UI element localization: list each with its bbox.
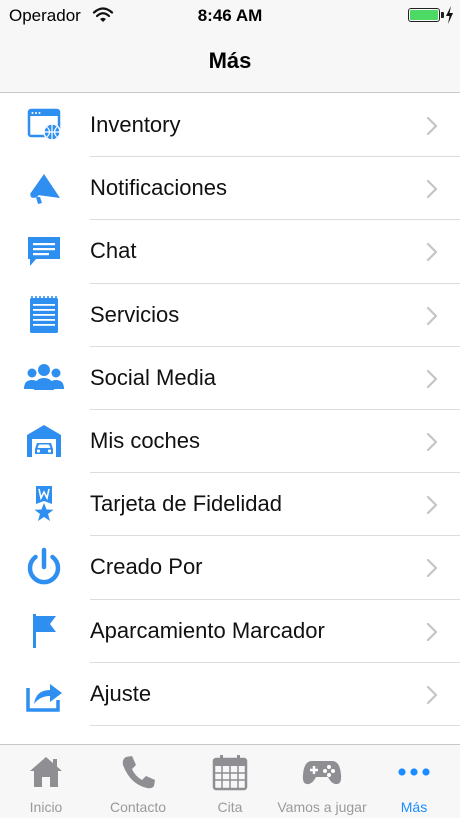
chevron-right-icon (426, 116, 438, 136)
share-arrow-icon (20, 673, 68, 715)
home-icon (30, 757, 62, 787)
menu-item-label: Social Media (90, 364, 216, 390)
tab-bar: Inicio Contacto Cita Vamos a jugar Más (0, 744, 460, 818)
menu-item-label: Servicios (90, 301, 180, 327)
gamepad-icon (302, 761, 342, 785)
tab-label: Inicio (29, 799, 63, 815)
people-group-icon (20, 357, 68, 399)
menu-item-tarjeta-de-fidelidad[interactable]: Tarjeta de Fidelidad (0, 473, 460, 537)
megaphone-icon (20, 167, 68, 209)
page-title: Más (208, 48, 252, 73)
clock: 8:46 AM (197, 6, 263, 25)
chat-bubble-icon (20, 230, 68, 272)
menu-item-partial[interactable] (0, 726, 460, 744)
tab-inicio[interactable]: Inicio (0, 745, 92, 818)
menu-item-aparcamiento-marcador[interactable]: Aparcamiento Marcador (0, 600, 460, 663)
chevron-right-icon (426, 306, 438, 325)
chevron-right-icon (426, 559, 438, 578)
status-bar: Operador 8:46 AM (0, 0, 460, 32)
menu-item-label: Inventory (90, 112, 181, 137)
web-globe-icon (20, 104, 68, 146)
menu-item-label: Tarjeta de Fidelidad (90, 491, 283, 517)
loyalty-badge-icon (20, 483, 68, 525)
menu-item-label: Chat (90, 238, 137, 264)
tab-label: Más (400, 799, 428, 815)
calendar-icon (212, 755, 248, 791)
chevron-right-icon (426, 622, 438, 641)
tab-label: Contacto (109, 799, 167, 815)
flag-icon (20, 610, 68, 652)
tab-mas[interactable]: Más (368, 745, 460, 818)
navigation-bar: Más (0, 32, 460, 93)
menu-item-inventory[interactable]: Inventory (0, 94, 460, 158)
menu-item-label: Aparcamiento Marcador (90, 617, 325, 643)
tab-label: Vamos a jugar (277, 799, 367, 815)
barcode-icon (20, 736, 68, 744)
menu-item-label: Creado Por (90, 554, 203, 580)
power-icon (20, 546, 68, 588)
menu-item-social-media[interactable]: Social Media (0, 347, 460, 410)
menu-item-label: Ajuste (90, 680, 152, 706)
tab-contacto[interactable]: Contacto (92, 745, 184, 818)
battery-tip (441, 12, 444, 18)
charging-icon (446, 6, 453, 24)
tab-vamos-a-jugar[interactable]: Vamos a jugar (276, 745, 368, 818)
menu-item-servicios[interactable]: Servicios (0, 284, 460, 347)
menu-item-ajuste[interactable]: Ajuste (0, 663, 460, 726)
more-dots-icon (398, 768, 430, 776)
menu-item-creado-por[interactable]: Creado Por (0, 536, 460, 600)
notepad-list-icon (20, 294, 68, 336)
tab-label: Cita (217, 799, 243, 815)
chevron-right-icon (426, 496, 438, 515)
chevron-right-icon (426, 432, 438, 452)
chevron-right-icon (426, 243, 438, 262)
chevron-right-icon (426, 180, 438, 199)
chevron-right-icon (426, 685, 438, 704)
battery-icon (408, 8, 440, 22)
chevron-right-icon (426, 369, 438, 388)
menu-item-label: Mis coches (90, 427, 201, 453)
menu-item-label: Notificaciones (90, 175, 227, 201)
garage-car-icon (20, 420, 68, 462)
phone-icon (122, 756, 155, 789)
menu-item-notificaciones[interactable]: Notificaciones (0, 157, 460, 221)
menu-item-chat[interactable]: Chat (0, 220, 460, 284)
menu-item-mis-coches[interactable]: Mis coches (0, 410, 460, 474)
tab-cita[interactable]: Cita (184, 745, 276, 818)
more-menu-list[interactable]: Inventory Notificaciones Chat Servicios … (0, 94, 460, 744)
